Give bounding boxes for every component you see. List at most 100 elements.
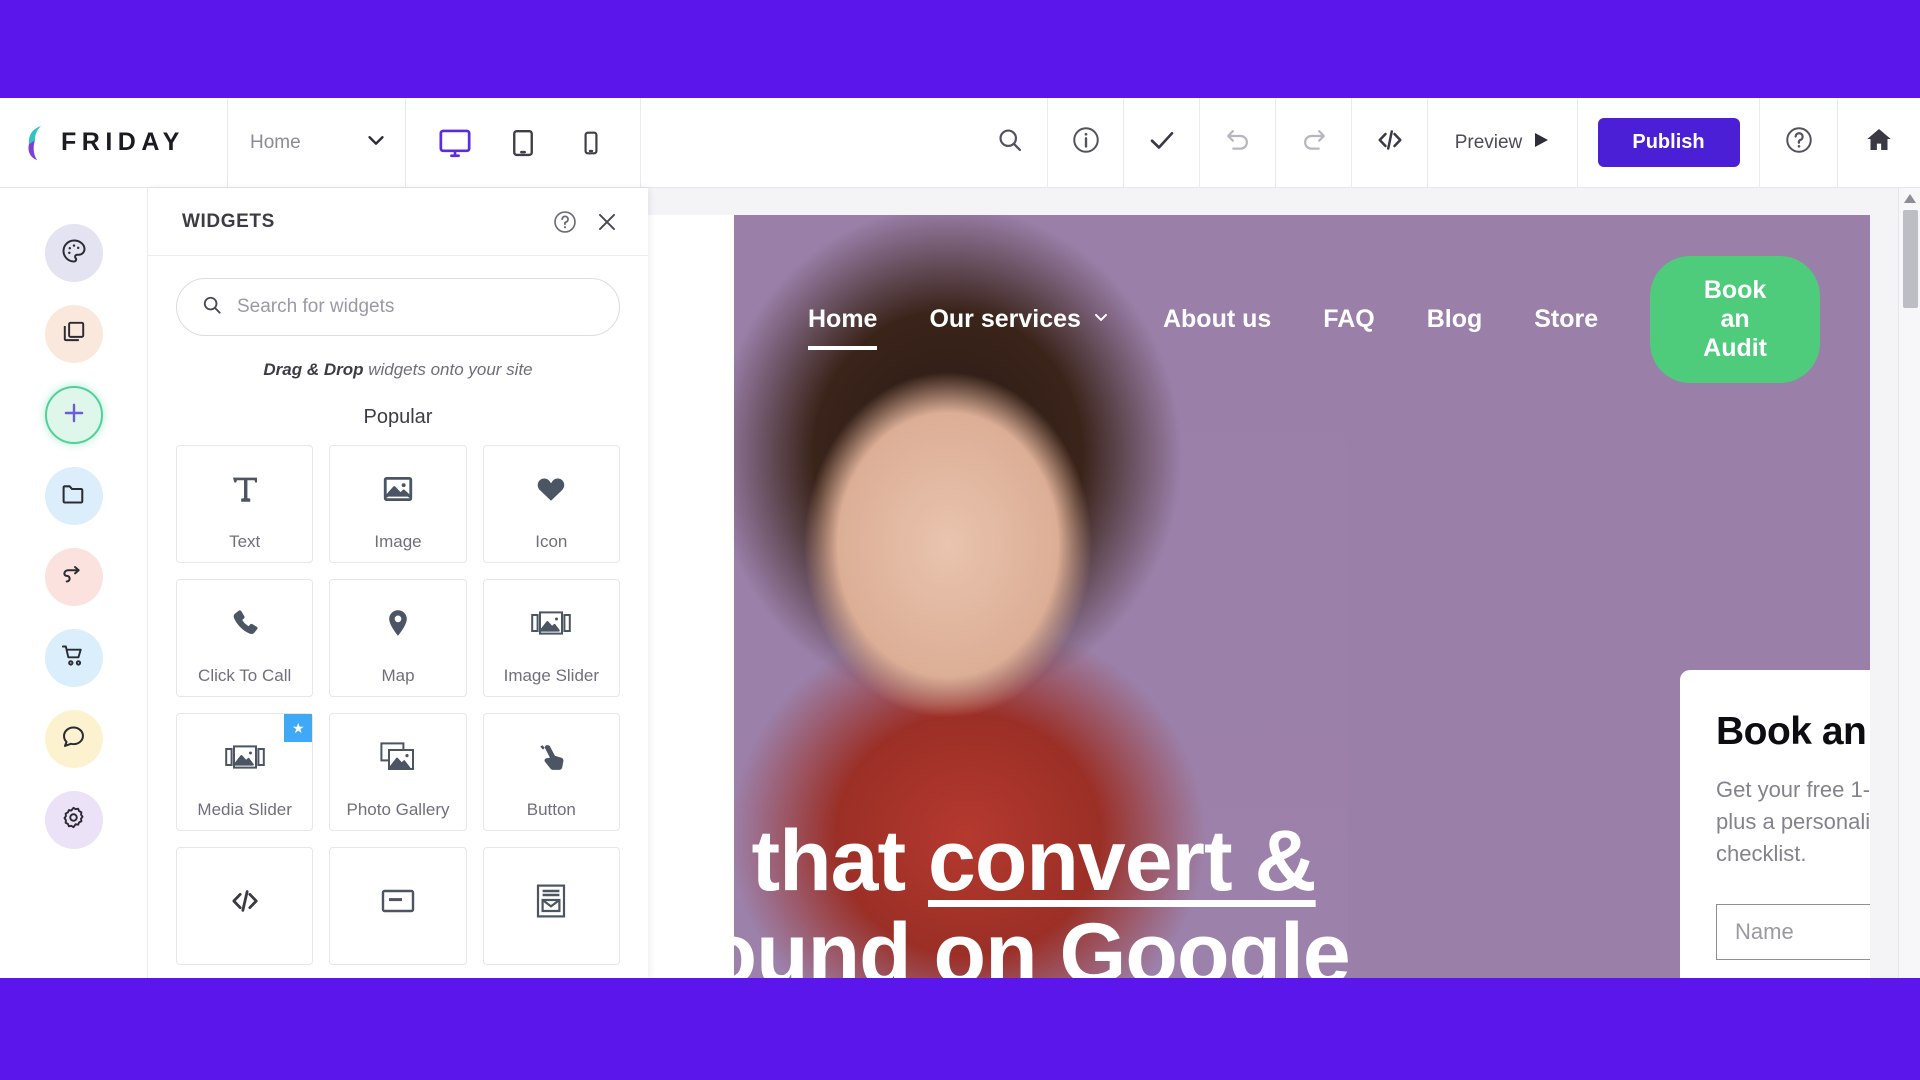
heart-icon <box>534 446 568 532</box>
search-icon <box>996 126 1024 159</box>
widget-label: Image <box>374 532 422 552</box>
nav-label: Our services <box>929 304 1081 333</box>
nav-item-our-services[interactable]: Our services <box>929 305 1111 334</box>
info-circle-icon <box>1071 125 1101 160</box>
tablet-icon[interactable] <box>502 122 544 164</box>
widget-card-html-code[interactable] <box>176 847 314 965</box>
nav-item-about-us[interactable]: About us <box>1163 305 1271 334</box>
chat-icon <box>60 723 87 755</box>
search-button[interactable] <box>972 98 1048 187</box>
undo-button[interactable] <box>1200 98 1276 187</box>
search-input[interactable] <box>237 296 595 318</box>
sidebar-item-store[interactable] <box>44 629 103 687</box>
book-an-audit-nav-button[interactable]: Book an Audit <box>1650 255 1820 383</box>
play-icon <box>1532 131 1550 155</box>
nav-label: FAQ <box>1323 304 1375 333</box>
widget-search-box[interactable] <box>176 278 620 336</box>
preview-button[interactable]: Preview <box>1428 98 1578 187</box>
nav-label: About us <box>1162 304 1272 333</box>
widget-card-input-box[interactable] <box>329 847 467 965</box>
widget-card-click-to-call[interactable]: Click To Call <box>176 579 314 697</box>
widget-card-contact-form[interactable] <box>482 847 620 965</box>
preview-scrollbar[interactable] <box>1898 188 1920 978</box>
home-button[interactable] <box>1838 98 1920 187</box>
page-selector[interactable]: Home <box>228 98 406 187</box>
photo-gallery-icon <box>380 714 416 800</box>
nav-item-faq[interactable]: FAQ <box>1323 305 1374 334</box>
redo-icon <box>1300 126 1328 159</box>
sidebar-item-messages[interactable] <box>44 710 103 768</box>
triangle-up-icon[interactable] <box>1899 188 1920 208</box>
cart-icon <box>60 642 87 674</box>
publish-button[interactable]: Publish <box>1597 118 1740 167</box>
widgets-panel-body: Drag & Drop widgets onto your site Popul… <box>148 256 648 978</box>
widgets-panel-header: WIDGETS <box>148 188 648 256</box>
widget-card-text[interactable]: Text <box>176 445 314 563</box>
map-pin-icon <box>382 580 414 666</box>
page-selector-value: Home <box>250 131 301 153</box>
info-button[interactable] <box>1048 98 1124 187</box>
image-slider-icon <box>224 714 265 800</box>
chevron-down-icon <box>365 129 387 156</box>
widgets-panel-title: WIDGETS <box>182 210 275 232</box>
audit-card-subtitle: Get your free 1-hour site audit plus a p… <box>1716 777 1870 866</box>
audit-name-input[interactable] <box>1716 903 1870 960</box>
image-slider-icon <box>531 580 572 666</box>
drag-drop-hint-bold: Drag & Drop <box>263 360 364 379</box>
sidebar-item-add[interactable] <box>44 386 103 444</box>
question-circle-icon[interactable] <box>552 209 578 235</box>
palette-icon <box>60 237 88 270</box>
gear-icon <box>60 804 87 836</box>
hero-line-1: Sites that convert & <box>648 815 1528 908</box>
sidebar-item-files[interactable] <box>44 467 103 525</box>
sidebar-item-flows[interactable] <box>44 548 103 606</box>
brand-logo[interactable]: FRIDAY <box>0 98 228 187</box>
hero-line-1-plain: Sites that <box>648 813 906 909</box>
question-circle-icon <box>1784 125 1814 160</box>
left-rail <box>0 188 148 978</box>
drag-drop-hint: Drag & Drop widgets onto your site <box>176 360 620 380</box>
site-canvas: Home Our services About us FAQ Blog Stor… <box>648 215 1870 978</box>
book-an-audit-card: Book an Audit Get your free 1-hour site … <box>1680 670 1870 978</box>
widget-card-map[interactable]: Map <box>329 579 467 697</box>
widget-card-button[interactable]: Button <box>482 713 620 831</box>
scrollbar-thumb[interactable] <box>1903 210 1918 308</box>
close-icon[interactable] <box>594 209 620 235</box>
widget-label: Photo Gallery <box>346 800 450 820</box>
widget-card-image[interactable]: Image <box>329 445 467 563</box>
widgets-section-label: Popular <box>363 406 433 428</box>
save-button[interactable] <box>1124 98 1200 187</box>
nav-label: Blog <box>1426 304 1483 333</box>
nav-item-home[interactable]: Home <box>808 305 878 350</box>
sidebar-item-pages[interactable] <box>44 305 103 363</box>
site-preview-area: Home Our services About us FAQ Blog Stor… <box>648 188 1920 978</box>
friday-logo-icon <box>22 125 52 161</box>
code-button[interactable] <box>1352 98 1428 187</box>
widget-card-media-slider[interactable]: ★ Media Slider <box>176 713 314 831</box>
code-brackets-icon <box>224 848 266 954</box>
widget-grid: Text Image Icon Click To Call Map Image … <box>176 445 620 965</box>
mobile-icon[interactable] <box>570 122 612 164</box>
help-button[interactable] <box>1760 98 1838 187</box>
nav-item-blog[interactable]: Blog <box>1427 305 1483 334</box>
nav-item-store[interactable]: Store <box>1534 305 1598 334</box>
preview-label: Preview <box>1454 131 1523 153</box>
nav-label: Store <box>1534 304 1599 333</box>
widget-card-icon[interactable]: Icon <box>482 445 620 563</box>
copy-icon <box>61 319 87 350</box>
widget-label: Button <box>526 800 576 820</box>
check-icon <box>1147 125 1177 160</box>
chevron-down-icon <box>1091 305 1111 334</box>
input-box-icon <box>381 848 415 954</box>
sidebar-item-design[interactable] <box>44 224 103 282</box>
widget-label: Icon <box>535 532 568 552</box>
redo-button[interactable] <box>1276 98 1352 187</box>
home-icon <box>1864 125 1894 160</box>
widget-card-photo-gallery[interactable]: Photo Gallery <box>329 713 467 831</box>
sidebar-item-settings[interactable] <box>44 791 103 849</box>
desktop-icon[interactable] <box>434 122 476 164</box>
widget-card-image-slider[interactable]: Image Slider <box>482 579 620 697</box>
widgets-panel: WIDGETS Drag & Drop widgets onto your si… <box>148 188 648 978</box>
widget-label: Media Slider <box>197 800 292 820</box>
